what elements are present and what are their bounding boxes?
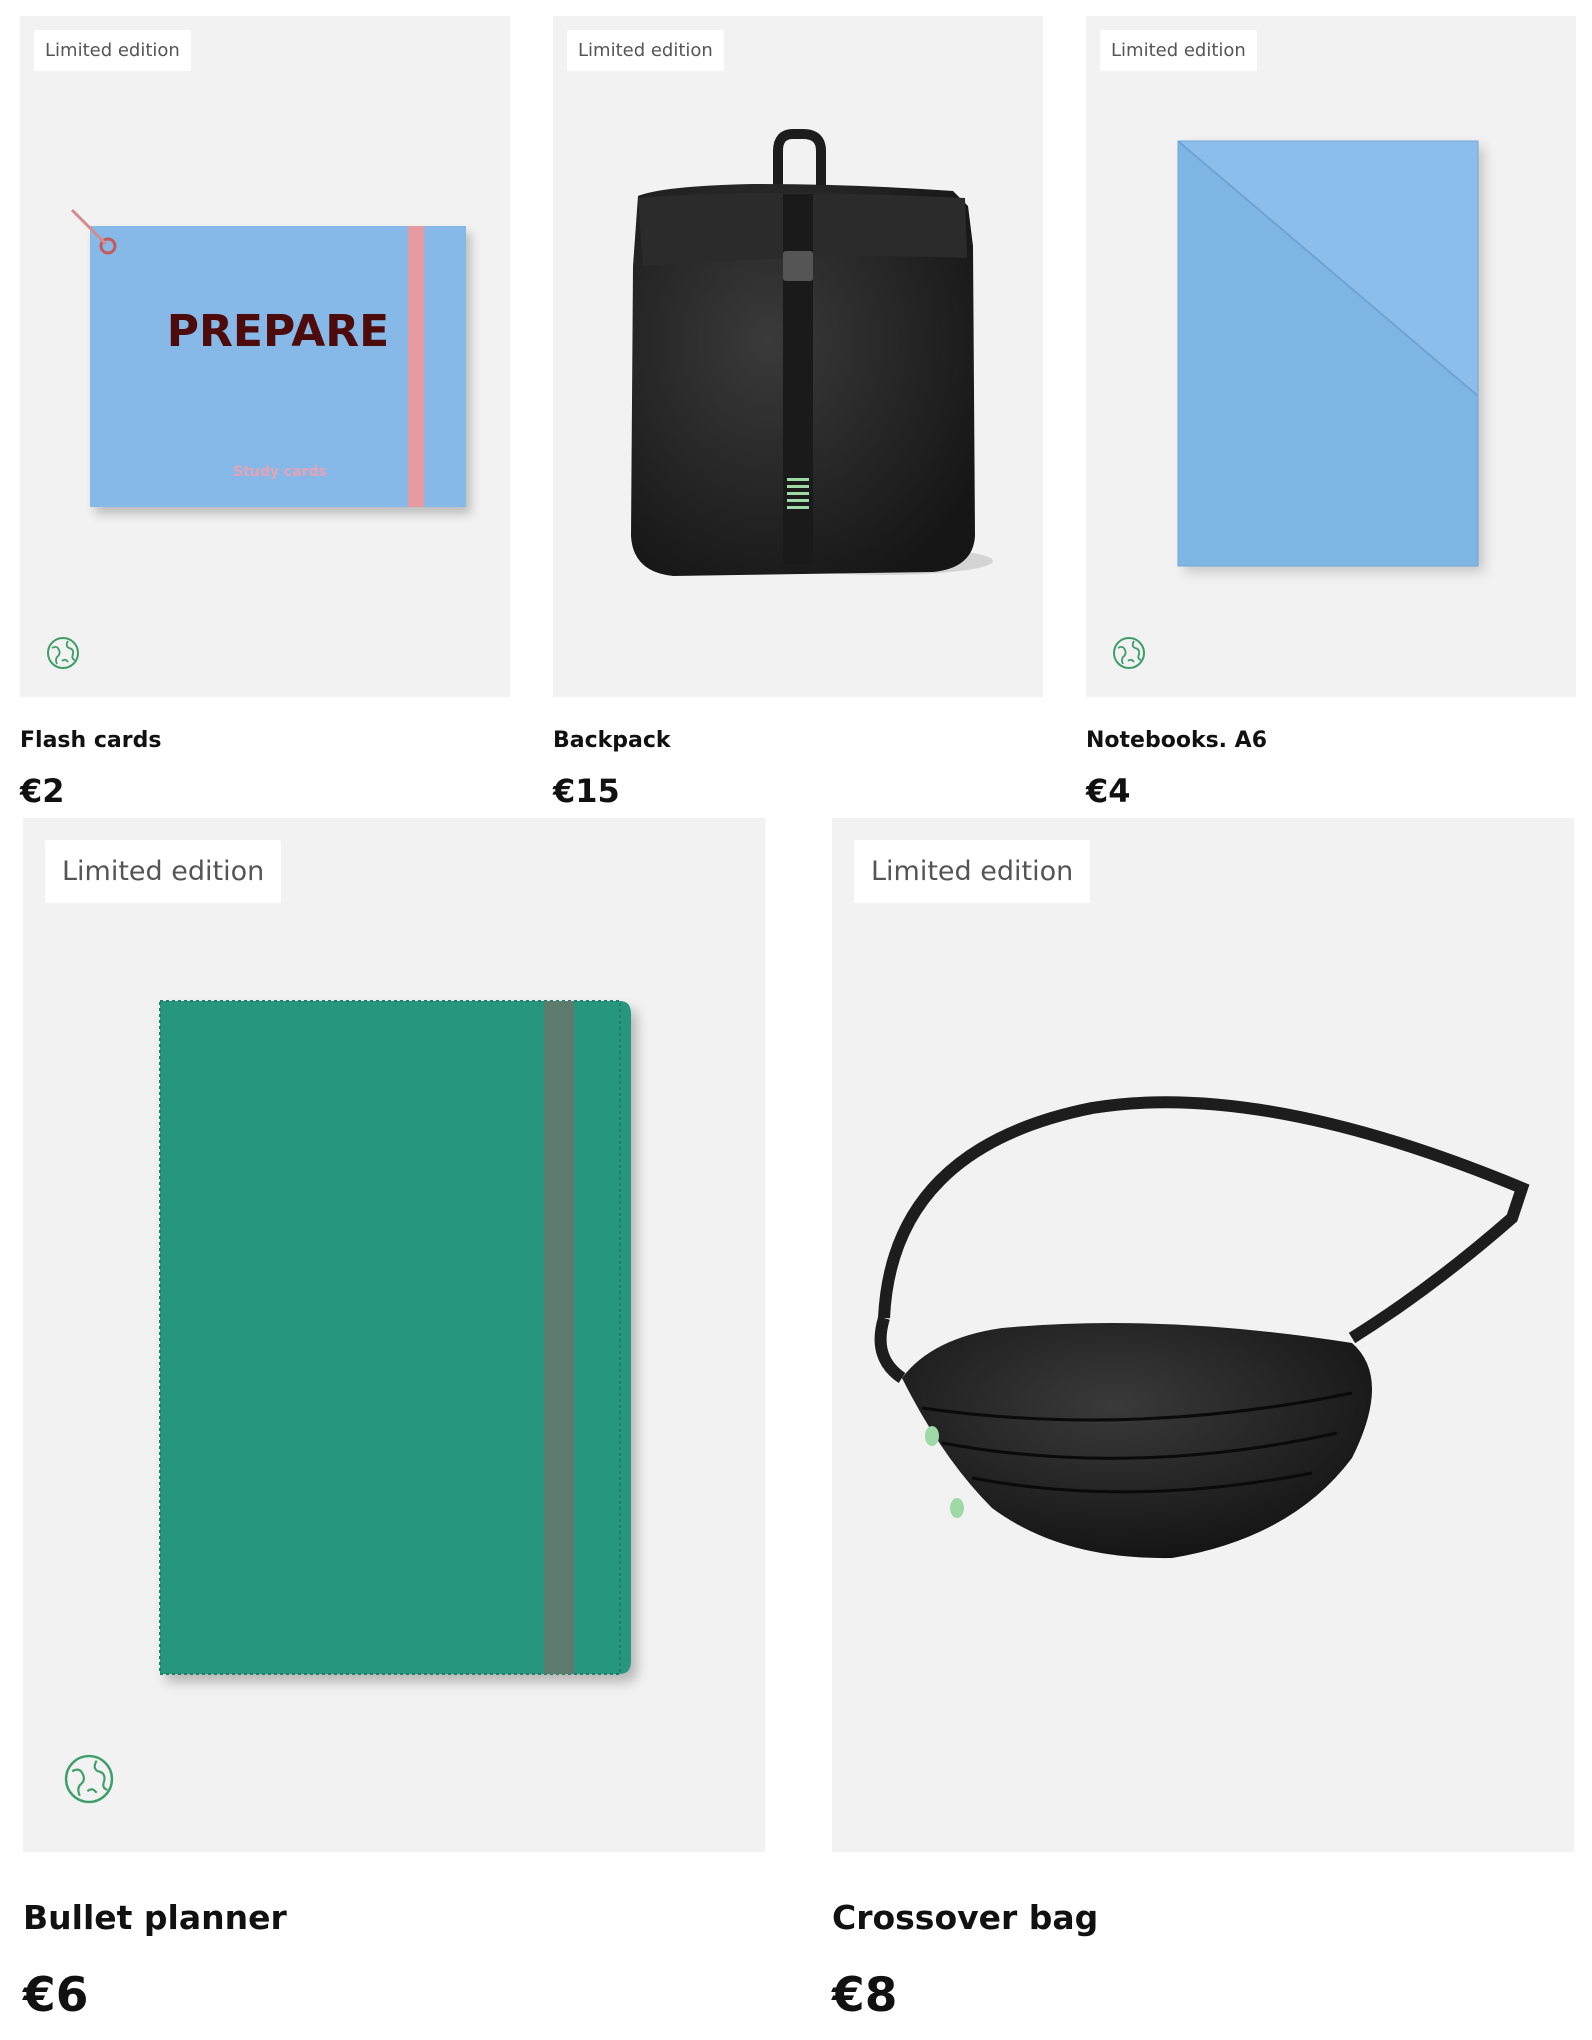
product-name-bullet-planner[interactable]: Bullet planner bbox=[23, 1898, 287, 1937]
product-card-bullet-planner[interactable]: Limited edition bbox=[23, 818, 765, 1852]
product-price-bullet-planner: €6 bbox=[23, 1968, 89, 2023]
product-price-crossover-bag: €8 bbox=[832, 1968, 898, 2023]
limited-edition-badge: Limited edition bbox=[1100, 30, 1257, 71]
limited-edition-badge: Limited edition bbox=[34, 30, 191, 71]
bullet-planner-image bbox=[159, 1000, 631, 1675]
product-name-flash-cards[interactable]: Flash cards bbox=[20, 728, 161, 753]
product-card-backpack[interactable]: Limited edition bbox=[553, 16, 1043, 697]
limited-edition-badge: Limited edition bbox=[567, 30, 724, 71]
backpack-image bbox=[631, 129, 993, 576]
product-name-backpack[interactable]: Backpack bbox=[553, 728, 671, 753]
eco-globe-icon bbox=[1113, 637, 1145, 669]
eco-globe-icon bbox=[64, 1754, 114, 1804]
limited-edition-badge: Limited edition bbox=[45, 840, 282, 903]
eco-globe-icon bbox=[47, 637, 79, 669]
product-price-flash-cards: €2 bbox=[20, 772, 65, 810]
limited-edition-badge: Limited edition bbox=[854, 840, 1091, 903]
product-price-notebooks-a6: €4 bbox=[1086, 772, 1131, 810]
notebooks-image bbox=[1177, 140, 1479, 567]
product-card-flash-cards[interactable]: PREPARE Study cards Limited edition bbox=[20, 16, 510, 697]
crossover-bag-image bbox=[874, 1096, 1530, 1559]
product-name-notebooks-a6[interactable]: Notebooks. A6 bbox=[1086, 728, 1267, 753]
flash-cards-cover-subtext: Study cards bbox=[233, 464, 327, 480]
product-card-notebooks-a6[interactable]: Limited edition bbox=[1086, 16, 1576, 697]
product-price-backpack: €15 bbox=[553, 772, 620, 810]
product-card-crossover-bag[interactable]: Limited edition bbox=[832, 818, 1574, 1852]
flash-cards-image: PREPARE Study cards bbox=[70, 208, 466, 507]
product-name-crossover-bag[interactable]: Crossover bag bbox=[832, 1898, 1098, 1937]
flash-cards-cover-text: PREPARE bbox=[167, 306, 389, 357]
